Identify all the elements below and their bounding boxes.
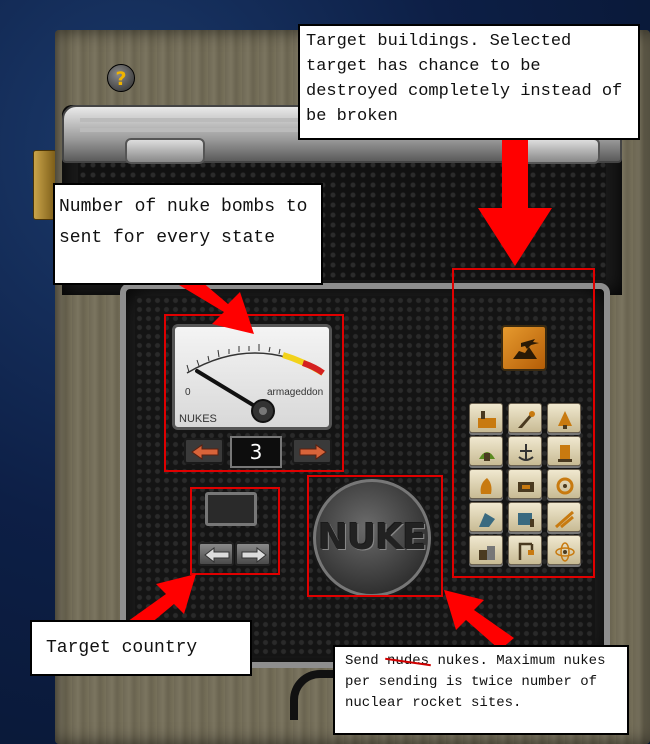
- callout-send-struck-word: nudes: [387, 653, 430, 669]
- arrow-diagonal-icon: [444, 590, 514, 650]
- callout-send-nukes: Send nudes nukes. Maximum nukes per send…: [333, 645, 629, 735]
- callout-send-text: nukes. Maximum nukes per sending is twic…: [345, 653, 606, 711]
- annotation-frame-buildings: [452, 268, 595, 578]
- callout-target-buildings: Target buildings. Selected target has ch…: [298, 24, 640, 140]
- callout-target-country: Target country: [30, 620, 252, 676]
- case-latch-left: [125, 138, 205, 164]
- annotation-frame-nuke: [307, 475, 443, 597]
- callout-send-prefix: Send: [345, 653, 379, 669]
- arrow-down-icon: [478, 138, 552, 266]
- callout-nuke-bombs: Number of nuke bombs to sent for every s…: [53, 183, 323, 285]
- help-button[interactable]: ?: [107, 64, 135, 92]
- annotation-frame-country: [190, 487, 280, 575]
